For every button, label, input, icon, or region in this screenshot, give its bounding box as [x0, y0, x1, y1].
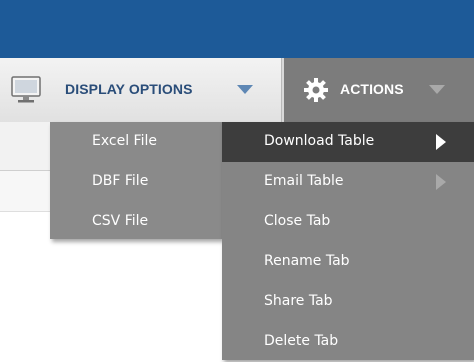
chevron-right-icon — [436, 174, 446, 190]
menu-item-close-tab[interactable]: Close Tab — [222, 202, 474, 242]
actions-menu: Download Table Email Table Close Tab Ren… — [222, 122, 474, 360]
submenu-item-label: CSV File — [92, 213, 149, 229]
menu-item-email-table[interactable]: Email Table — [222, 162, 474, 202]
chevron-down-icon — [429, 85, 445, 94]
menu-item-label: Rename Tab — [264, 253, 350, 269]
top-header-bar — [0, 0, 474, 58]
display-options-button[interactable]: DISPLAY OPTIONS — [0, 58, 282, 122]
submenu-item-label: DBF File — [92, 173, 149, 189]
chevron-right-icon — [436, 134, 446, 150]
submenu-item-csv-file[interactable]: CSV File — [50, 202, 222, 242]
actions-label: ACTIONS — [340, 81, 404, 97]
menu-item-label: Close Tab — [264, 213, 331, 229]
menu-item-rename-tab[interactable]: Rename Tab — [222, 242, 474, 282]
menu-item-label: Share Tab — [264, 293, 333, 309]
menu-item-share-tab[interactable]: Share Tab — [222, 282, 474, 322]
actions-button[interactable]: ACTIONS — [284, 58, 474, 122]
download-table-submenu: Excel File DBF File CSV File — [50, 122, 222, 239]
menu-item-label: Email Table — [264, 173, 344, 189]
submenu-item-excel-file[interactable]: Excel File — [50, 122, 222, 162]
menu-item-download-table[interactable]: Download Table — [222, 122, 474, 162]
chevron-down-icon — [237, 85, 253, 94]
display-options-label: DISPLAY OPTIONS — [65, 81, 193, 97]
menu-item-label: Download Table — [264, 133, 375, 149]
submenu-item-dbf-file[interactable]: DBF File — [50, 162, 222, 202]
menu-item-label: Delete Tab — [264, 333, 339, 349]
monitor-icon — [11, 76, 41, 103]
menu-item-delete-tab[interactable]: Delete Tab — [222, 322, 474, 362]
submenu-item-label: Excel File — [92, 133, 157, 149]
gear-icon — [304, 78, 328, 102]
